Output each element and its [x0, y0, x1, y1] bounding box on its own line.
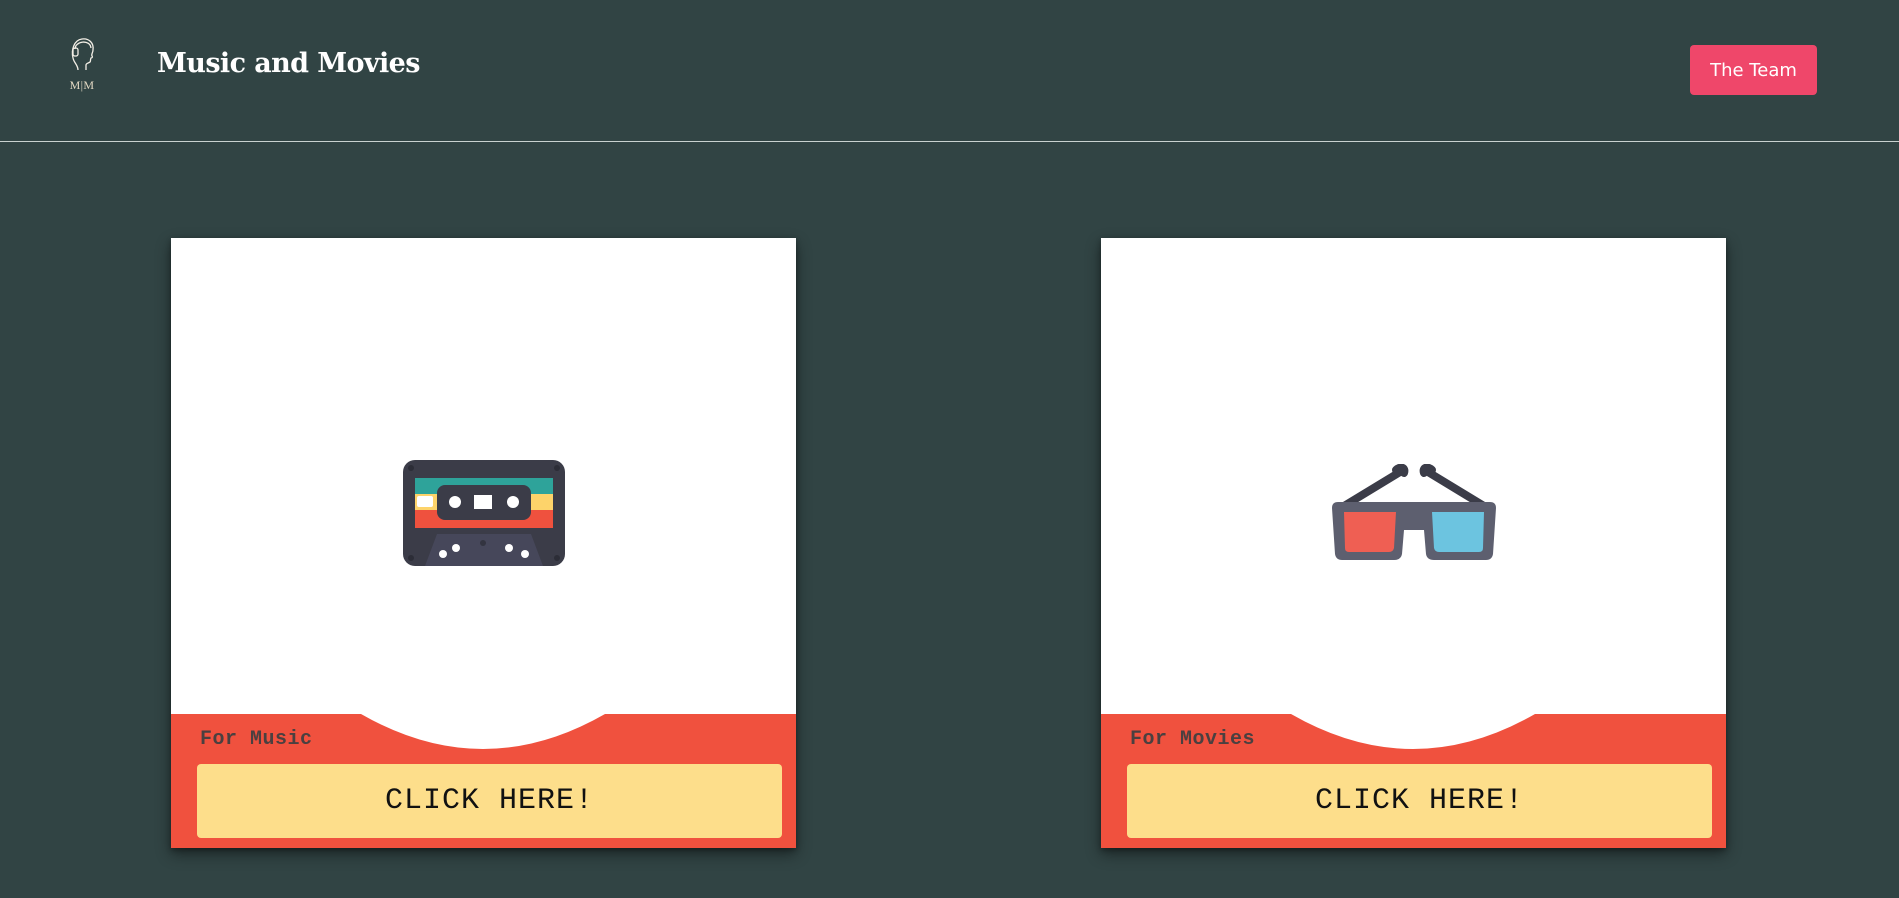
music-card[interactable]: For Music CLICK HERE!: [171, 238, 796, 848]
movies-click-here-button[interactable]: CLICK HERE!: [1127, 764, 1712, 838]
movies-card-image[interactable]: [1101, 238, 1726, 714]
site-title: Music and Movies: [157, 48, 420, 79]
movies-card-label: For Movies: [1130, 728, 1256, 751]
music-card-footer: For Music CLICK HERE!: [171, 714, 796, 848]
music-card-image[interactable]: [171, 238, 796, 714]
site-logo[interactable]: M|M: [64, 34, 98, 96]
logo-text: M|M: [69, 78, 95, 92]
movies-card-footer: For Movies CLICK HERE!: [1101, 714, 1726, 848]
3d-glasses-icon: [1332, 464, 1496, 560]
head-headphones-icon: [71, 38, 94, 71]
movies-card[interactable]: For Movies CLICK HERE!: [1101, 238, 1726, 848]
the-team-button[interactable]: The Team: [1690, 45, 1817, 95]
site-header: M|M Music and Movies The Team: [0, 0, 1899, 142]
music-card-label: For Music: [200, 728, 313, 751]
cassette-tape-icon: [403, 460, 565, 566]
music-click-here-button[interactable]: CLICK HERE!: [197, 764, 782, 838]
